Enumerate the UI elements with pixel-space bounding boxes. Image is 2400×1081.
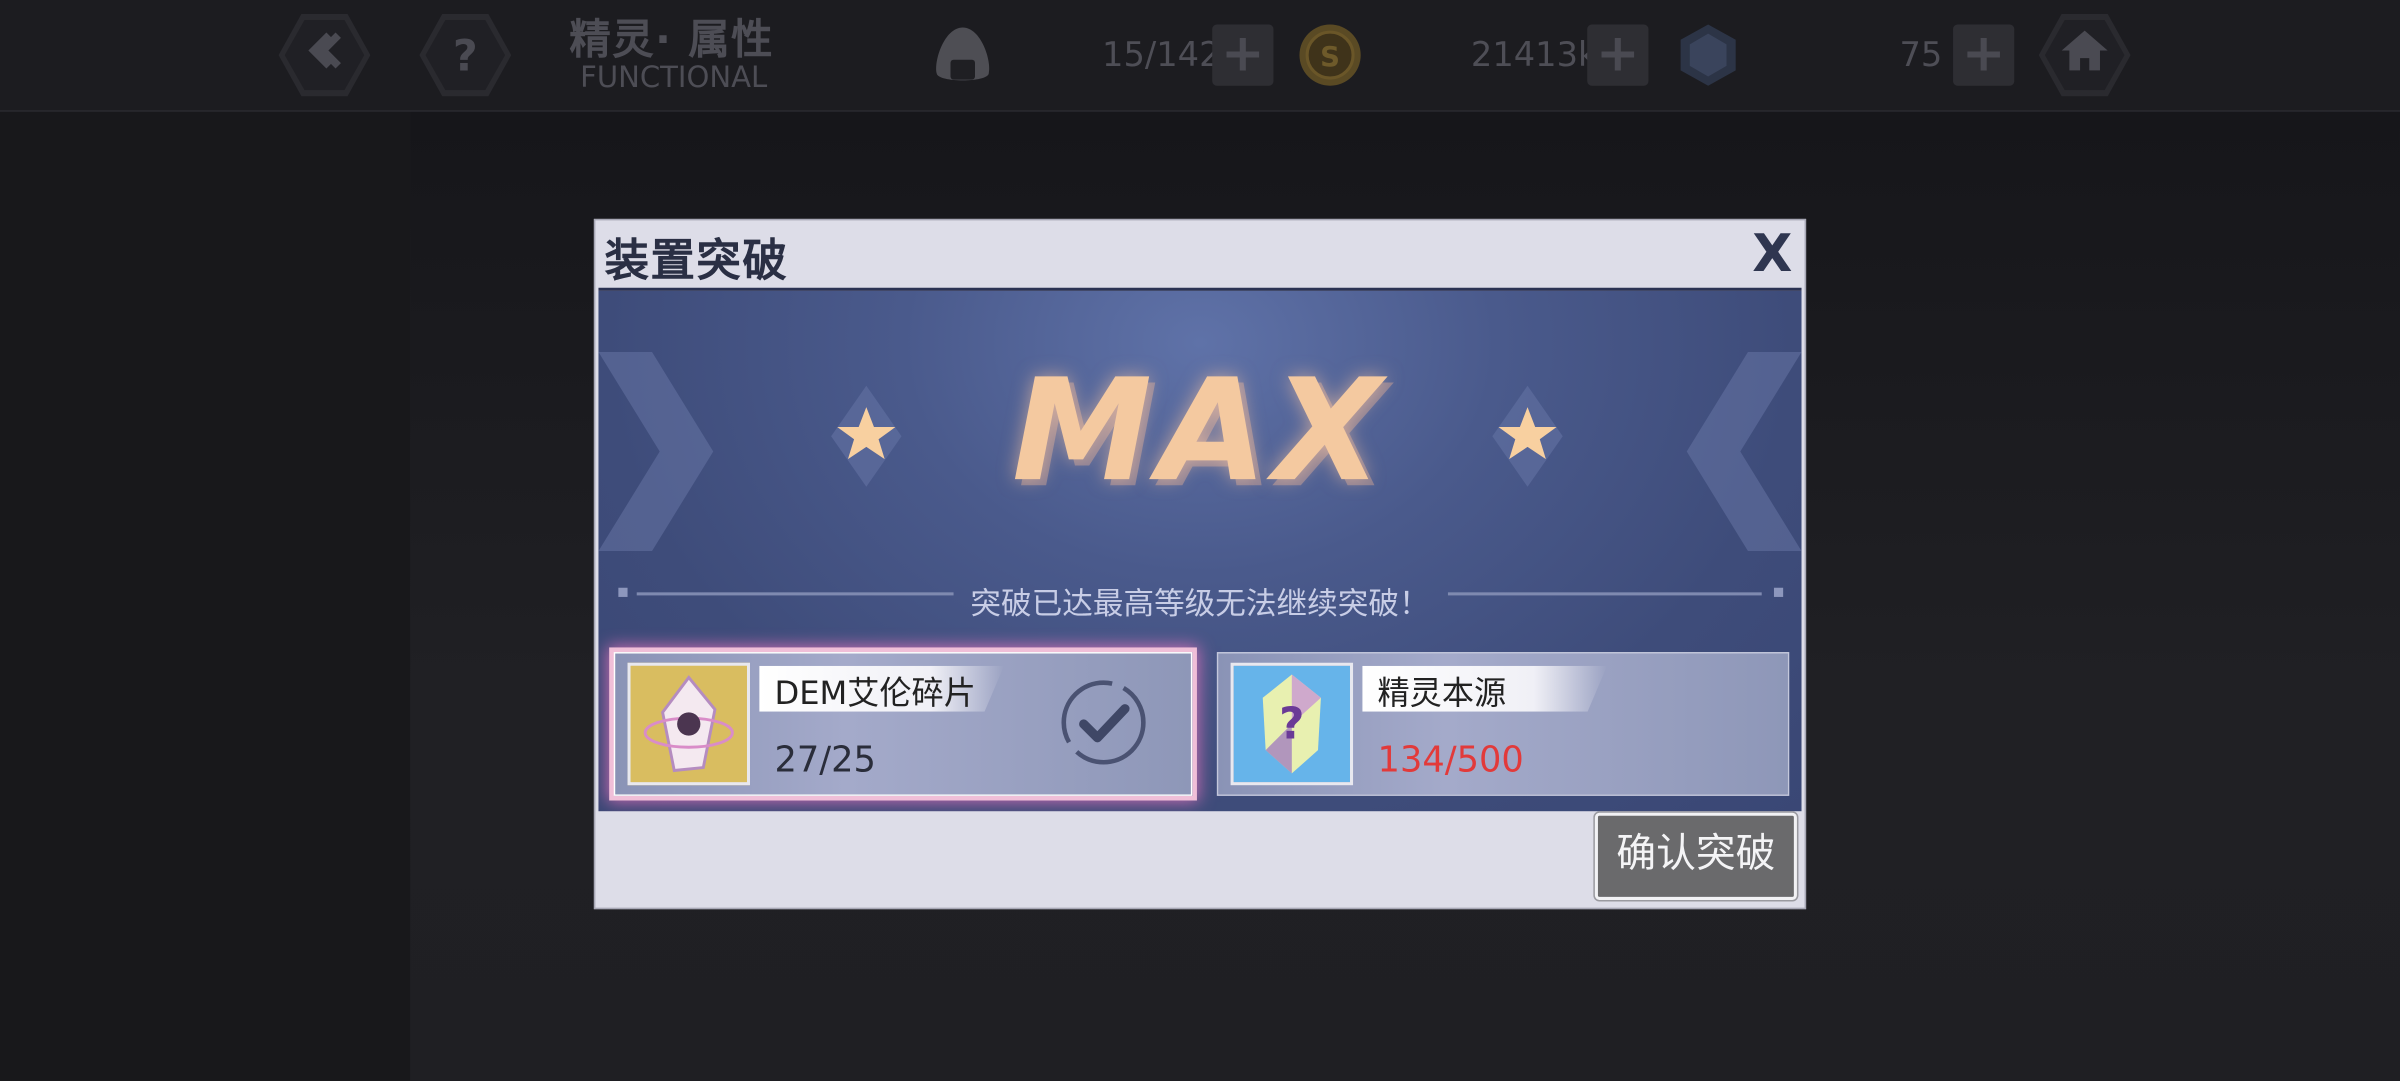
game-screen: ? 精灵· 属性 FUNCTIONAL 15/142 + S 21413k + …	[0, 0, 2400, 1081]
divider-right	[1447, 592, 1762, 596]
dialog-title: 装置突破	[604, 234, 789, 287]
left-background	[0, 110, 411, 1081]
material-count: 27/25	[774, 740, 876, 781]
material-card-spirit-origin[interactable]: ? 精灵本源 134/500	[1216, 652, 1790, 796]
dem-fragment-icon	[627, 662, 750, 786]
max-label: MAX	[1011, 348, 1389, 513]
add-crystals-button[interactable]: +	[1953, 24, 2015, 86]
max-panel: MAX 突破已达最高等级无法继续突破！ DEM艾伦碎片 27/25 ? 精灵本源…	[598, 287, 1802, 812]
material-name: 精灵本源	[1377, 674, 1507, 712]
svg-text:?: ?	[1279, 700, 1304, 750]
star-right-icon	[1492, 385, 1563, 487]
coin-icon: S	[1299, 24, 1361, 86]
max-message: 突破已达最高等级无法继续突破！	[970, 584, 1430, 622]
page-subtitle: FUNCTIONAL	[580, 61, 768, 95]
material-name: DEM艾伦碎片	[774, 674, 976, 712]
material-card-dem-fragment[interactable]: DEM艾伦碎片 27/25	[613, 652, 1193, 796]
add-stamina-button[interactable]: +	[1212, 24, 1274, 86]
stamina-count: 15/142	[1102, 36, 1221, 75]
coin-count: 21413k	[1470, 36, 1598, 75]
close-button[interactable]: X	[1752, 223, 1792, 284]
crystal-icon	[1680, 24, 1736, 86]
home-icon	[2059, 27, 2111, 84]
top-bar: ? 精灵· 属性 FUNCTIONAL 15/142 + S 21413k + …	[0, 0, 2400, 112]
back-button[interactable]	[278, 13, 371, 97]
breakthrough-dialog: 装置突破 X MAX 突破已达最高等级无法继续突破！ DEM艾伦碎片 27/25…	[593, 218, 1807, 910]
spirit-origin-icon: ?	[1230, 662, 1354, 786]
help-button[interactable]: ?	[419, 13, 512, 97]
add-coins-button[interactable]: +	[1587, 24, 1649, 86]
divider-dot-right	[1773, 587, 1784, 597]
home-button[interactable]	[2038, 13, 2131, 97]
onigiri-icon	[936, 27, 990, 81]
page-title: 精灵· 属性	[569, 16, 774, 65]
svg-text:S: S	[1320, 41, 1340, 73]
help-icon: ?	[452, 29, 478, 81]
crystal-count: 75	[1899, 36, 1943, 75]
back-arrow-icon	[302, 27, 348, 84]
confirm-breakthrough-button[interactable]: 确认突破	[1594, 812, 1797, 900]
material-count: 134/500	[1377, 740, 1524, 781]
check-icon	[1061, 680, 1146, 765]
